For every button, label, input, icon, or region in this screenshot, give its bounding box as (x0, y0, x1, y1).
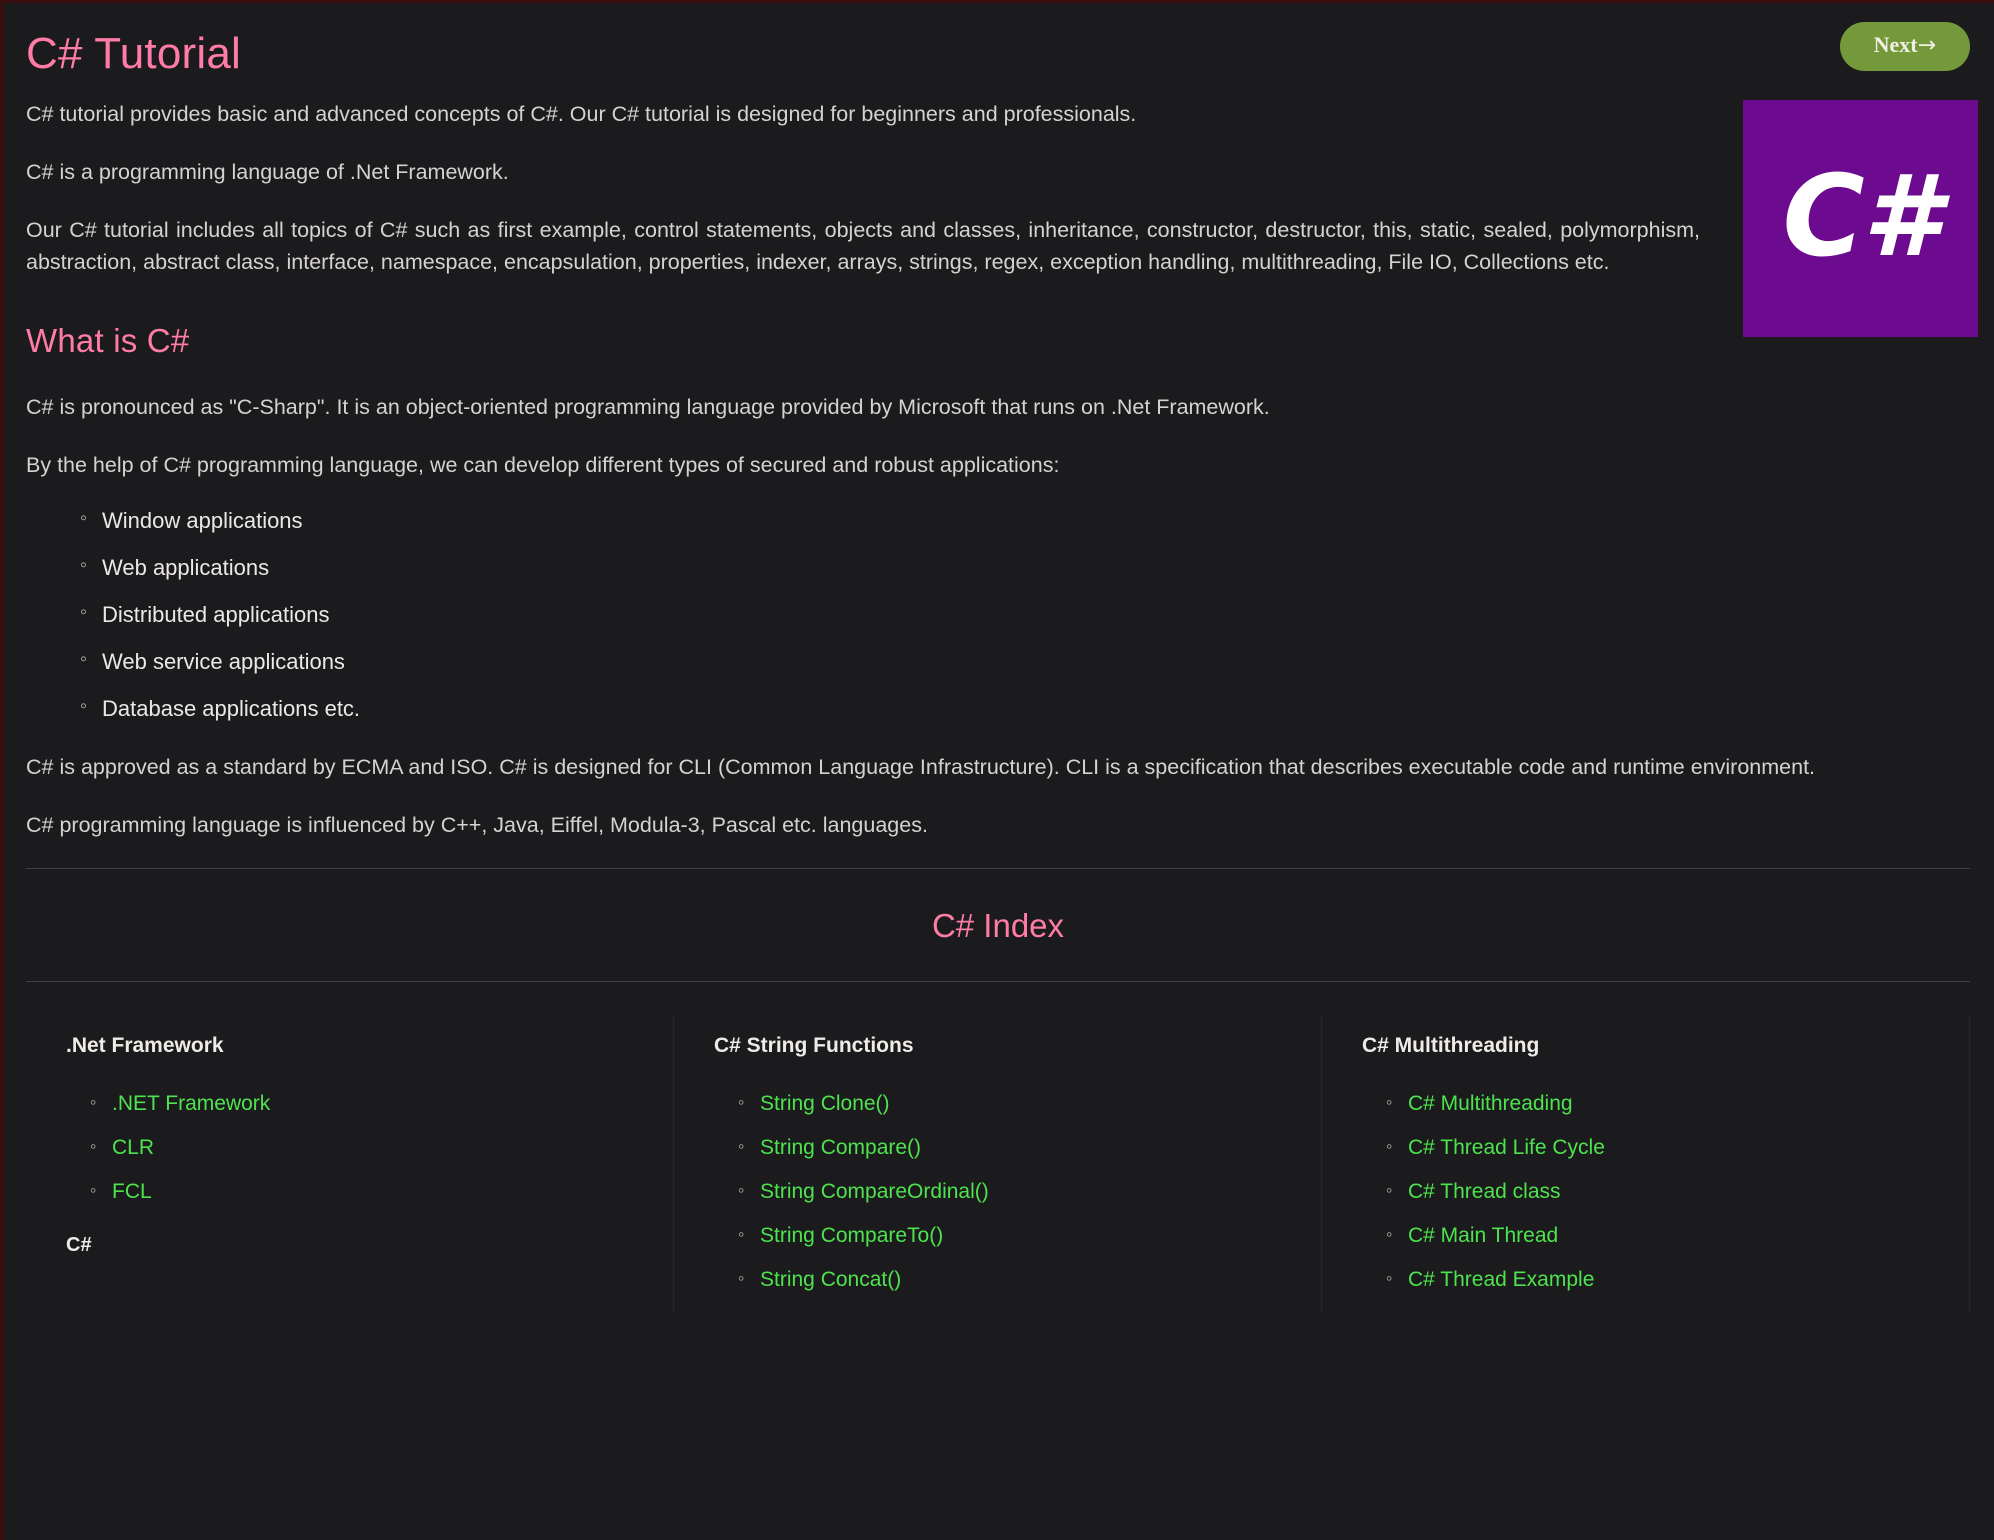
list-item: Window applications (80, 507, 1970, 534)
list-item: String Compare() (738, 1136, 1293, 1160)
index-link[interactable]: String Clone() (760, 1092, 890, 1115)
application-types-list: Window applications Web applications Dis… (26, 507, 1970, 722)
page-header: C# Tutorial Next→ (26, 3, 1970, 99)
what-is-paragraph-2: By the help of C# programming language, … (26, 452, 1060, 477)
list-item: C# Thread Life Cycle (1386, 1136, 1941, 1160)
list-item: FCL (90, 1180, 645, 1204)
index-title: C# Index (931, 907, 1065, 945)
list-item: Web applications (80, 554, 1970, 581)
divider-bottom (26, 981, 1970, 983)
list-item: Database applications etc. (80, 695, 1970, 722)
next-button-label: Next (1873, 32, 1918, 57)
list-item: .NET Framework (90, 1092, 645, 1116)
tutorial-page: C# Tutorial Next→ C# C# tutorial provide… (4, 3, 1994, 1540)
list-item: C# Main Thread (1386, 1224, 1941, 1248)
index-link[interactable]: String CompareTo() (760, 1224, 943, 1247)
arrow-right-icon: → (1917, 33, 1936, 58)
column-heading: C# String Functions (714, 1034, 914, 1058)
index-link[interactable]: String Concat() (760, 1268, 901, 1291)
list-item: Web service applications (80, 648, 1970, 675)
index-link[interactable]: String Compare() (760, 1136, 921, 1159)
list-item: String CompareTo() (738, 1224, 1293, 1248)
intro-block: C# tutorial provides basic and advanced … (26, 99, 1970, 278)
index-link-list: .NET Framework CLR FCL (66, 1092, 645, 1204)
column-heading: C# Multithreading (1362, 1034, 1540, 1058)
list-item: C# Multithreading (1386, 1092, 1941, 1116)
column-heading: .Net Framework (66, 1034, 224, 1058)
list-item: String CompareOrdinal() (738, 1180, 1293, 1204)
page-title: C# Tutorial (26, 29, 241, 78)
index-columns: .Net Framework .NET Framework CLR FCL C#… (26, 1014, 1970, 1315)
list-item: String Concat() (738, 1268, 1293, 1292)
index-column-multithreading: C# Multithreading C# Multithreading C# T… (1322, 1014, 1970, 1315)
index-link[interactable]: C# Main Thread (1408, 1224, 1558, 1247)
column-subheading: C# (66, 1234, 92, 1257)
index-link[interactable]: C# Thread Life Cycle (1408, 1136, 1605, 1159)
intro-paragraph-2: C# is a programming language of .Net Fra… (26, 160, 509, 185)
index-column-string-functions: C# String Functions String Clone() Strin… (674, 1014, 1322, 1315)
what-is-paragraph-4: C# programming language is influenced by… (26, 813, 928, 838)
index-link[interactable]: C# Thread class (1408, 1180, 1561, 1203)
list-item: String Clone() (738, 1092, 1293, 1116)
index-link[interactable]: FCL (112, 1180, 152, 1203)
list-item: Distributed applications (80, 601, 1970, 628)
what-is-paragraph-3: C# is approved as a standard by ECMA and… (26, 755, 1816, 780)
index-link[interactable]: CLR (112, 1136, 154, 1159)
csharp-logo-text: C# (1782, 151, 1940, 282)
intro-paragraph-3: Our C# tutorial includes all topics of C… (26, 218, 1700, 274)
what-is-csharp-heading: What is C# (26, 321, 190, 359)
list-item: C# Thread Example (1386, 1268, 1941, 1292)
next-button[interactable]: Next→ (1839, 22, 1970, 71)
index-link[interactable]: .NET Framework (112, 1092, 270, 1115)
divider-top (26, 868, 1970, 870)
what-is-paragraph-1: C# is pronounced as "C-Sharp". It is an … (26, 394, 1270, 419)
intro-paragraph-1: C# tutorial provides basic and advanced … (26, 102, 1137, 126)
index-link[interactable]: C# Thread Example (1408, 1268, 1594, 1291)
index-column-dotnet-framework: .Net Framework .NET Framework CLR FCL C# (26, 1014, 674, 1315)
index-link[interactable]: C# Multithreading (1408, 1092, 1573, 1115)
index-link-list: String Clone() String Compare() String C… (714, 1092, 1293, 1292)
index-link-list: C# Multithreading C# Thread Life Cycle C… (1362, 1092, 1941, 1292)
csharp-logo: C# (1743, 100, 1978, 337)
list-item: C# Thread class (1386, 1180, 1941, 1204)
list-item: CLR (90, 1136, 645, 1160)
index-link[interactable]: String CompareOrdinal() (760, 1180, 989, 1203)
